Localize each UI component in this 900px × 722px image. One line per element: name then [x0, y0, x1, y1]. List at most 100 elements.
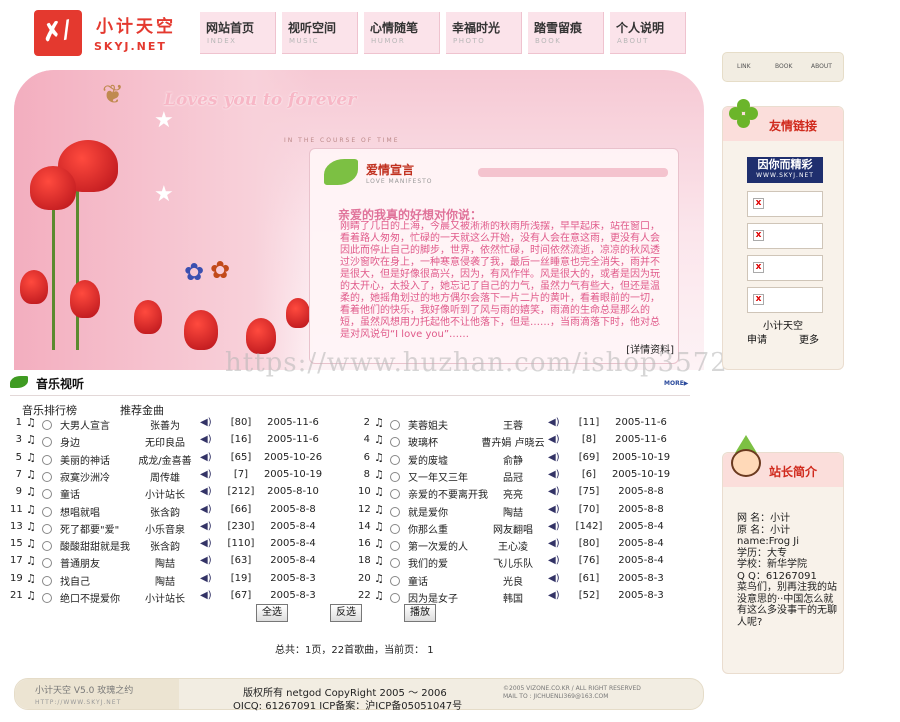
song-number: 3: [15, 434, 22, 446]
speaker-icon[interactable]: ◀): [200, 452, 212, 463]
nav-index[interactable]: 网站首页 INDEX: [200, 12, 276, 54]
song-select-radio[interactable]: [42, 593, 52, 603]
speaker-icon[interactable]: ◀): [200, 573, 212, 584]
song-select-radio[interactable]: [42, 437, 52, 448]
manifesto-text: 刚睛了几日的上海，今晨又被淅淅的秋雨所浅摆，早早起床，站在窗口，看着路人匆匆，忙…: [340, 221, 660, 340]
song-select-radio[interactable]: [42, 523, 52, 534]
song-select-radio[interactable]: [390, 506, 400, 517]
more-link[interactable]: MORE▶: [664, 380, 688, 387]
nav-humor[interactable]: 心情随笔 HUMOR: [364, 12, 440, 54]
speaker-icon[interactable]: ◀): [200, 555, 212, 566]
song-select-radio[interactable]: [42, 541, 52, 552]
nav-book[interactable]: 踏雪留痕 BOOK: [528, 12, 604, 54]
song-row: 5 ♫ 美丽的神话 成龙/金喜善 ◀) [65] 2005-10-26: [10, 451, 340, 469]
hero-banner: ★ ★ ❦ ✿ ✿ Loves you to forever IN THE CO…: [14, 70, 704, 370]
speaker-icon[interactable]: ◀): [200, 434, 212, 445]
speaker-icon[interactable]: ◀): [200, 469, 212, 480]
song-hits: [6]: [581, 468, 597, 480]
song-select-radio[interactable]: [390, 575, 400, 586]
nav-music[interactable]: 视听空间 MUSIC: [282, 12, 358, 54]
song-singer: 张含韵: [150, 507, 180, 519]
speaker-icon[interactable]: ◀): [200, 521, 212, 532]
speaker-icon[interactable]: ◀): [548, 469, 560, 480]
site-logo[interactable]: ✗/ 小计天空 SKYJ.NET: [34, 10, 188, 58]
flower-stem: [52, 210, 55, 350]
mini-nav-link[interactable]: LINK: [737, 63, 751, 70]
more-links-link[interactable]: 更多: [799, 331, 819, 346]
song-select-radio[interactable]: [390, 541, 400, 552]
song-select-radio[interactable]: [390, 420, 400, 430]
song-select-radio[interactable]: [42, 575, 52, 586]
speaker-icon[interactable]: ◀): [548, 555, 560, 566]
speaker-icon[interactable]: ◀): [200, 486, 212, 497]
speaker-icon[interactable]: ◀): [200, 504, 212, 515]
song-singer: 陶喆: [155, 576, 175, 588]
song-select-radio[interactable]: [390, 523, 400, 534]
speaker-icon[interactable]: ◀): [548, 573, 560, 584]
song-select-radio[interactable]: [42, 420, 52, 430]
nav-photo[interactable]: 幸福时光 PHOTO: [446, 12, 522, 54]
song-select-radio[interactable]: [42, 489, 52, 500]
nav-label: 踏雪留痕: [534, 21, 583, 35]
song-select-radio[interactable]: [42, 506, 52, 517]
song-select-radio[interactable]: [390, 454, 400, 465]
song-row: 14 ♫ 你那么重 网友翻唱 ◀) [142] 2005-8-4: [358, 520, 688, 538]
owner-avatar-icon: [729, 435, 763, 481]
footer-mail[interactable]: MAIL TO : JICHUENLI369@163.COM: [503, 693, 641, 701]
song-select-radio[interactable]: [390, 471, 400, 482]
nav-label: 幸福时光: [452, 21, 501, 35]
col-recommend-header: 推荐金曲: [120, 404, 164, 417]
mini-nav-about[interactable]: ABOUT: [811, 63, 832, 70]
owner-info-line: Q Q：61267091: [737, 570, 817, 582]
song-select-radio[interactable]: [390, 558, 400, 569]
broken-image-link[interactable]: x: [747, 255, 823, 281]
song-date: 2005-8-4: [270, 520, 316, 532]
song-singer: 张含韵: [150, 542, 180, 554]
speaker-icon[interactable]: ◀): [548, 538, 560, 549]
song-select-radio[interactable]: [42, 471, 52, 482]
speaker-icon[interactable]: ◀): [548, 434, 560, 445]
song-row: 21 ♫ 绝口不提爱你 小计站长 ◀) [67] 2005-8-3: [10, 589, 340, 607]
footer-rights: ©2005 VIZONE.CO.KR / ALL RIGHT RESERVED …: [503, 685, 641, 701]
apply-link[interactable]: 申请: [747, 331, 767, 346]
nav-about[interactable]: 个人说明 ABOUT: [610, 12, 686, 54]
speaker-icon[interactable]: ◀): [548, 590, 560, 601]
song-row: 4 ♫ 玻璃杯 曹卉娟 卢晓云 ◀) [8] 2005-11-6: [358, 433, 688, 451]
footer-url[interactable]: HTTP://WWW.SKYJ.NET: [35, 699, 121, 706]
broken-image-link[interactable]: x: [747, 191, 823, 217]
broken-image-link[interactable]: x: [747, 287, 823, 313]
song-date: 2005-10-26: [263, 451, 323, 463]
song-number: 5: [15, 451, 22, 463]
broken-image-link[interactable]: x: [747, 223, 823, 249]
song-select-radio[interactable]: [42, 558, 52, 569]
song-select-radio[interactable]: [390, 593, 400, 603]
song-date: 2005-11-6: [267, 434, 319, 446]
speaker-icon[interactable]: ◀): [200, 538, 212, 549]
speaker-icon[interactable]: ◀): [548, 452, 560, 463]
song-select-radio[interactable]: [390, 489, 400, 500]
song-singer: 小计站长: [145, 490, 185, 502]
song-select-radio[interactable]: [390, 437, 400, 448]
song-number: 11: [10, 503, 23, 515]
footer-brand-box: 小计天空 V5.0 玫瑰之约 HTTP://WWW.SKYJ.NET: [15, 679, 179, 709]
song-row: 6 ♫ 爱的废墟 俞静 ◀) [69] 2005-10-19: [358, 451, 688, 469]
speaker-icon[interactable]: ◀): [200, 417, 212, 428]
links-title: 友情链接: [769, 119, 818, 133]
play-button[interactable]: 播放: [404, 604, 436, 622]
song-hits: [110]: [227, 538, 255, 550]
speaker-icon[interactable]: ◀): [548, 504, 560, 515]
site-name-link[interactable]: 小计天空: [763, 317, 803, 332]
mini-nav-book[interactable]: BOOK: [775, 63, 792, 70]
speaker-icon[interactable]: ◀): [548, 417, 560, 428]
music-note-icon: ♫: [26, 416, 36, 429]
music-note-icon: ♫: [374, 537, 384, 551]
speaker-icon[interactable]: ◀): [548, 486, 560, 497]
select-all-button[interactable]: 全选: [256, 604, 288, 622]
song-select-radio[interactable]: [42, 454, 52, 465]
speaker-icon[interactable]: ◀): [200, 590, 212, 601]
invert-selection-button[interactable]: 反选: [330, 604, 362, 622]
song-number: 18: [358, 555, 371, 567]
speaker-icon[interactable]: ◀): [548, 521, 560, 532]
friend-banner[interactable]: 因你而精彩 WWW.SKYJ.NET: [747, 157, 823, 183]
song-row: 3 ♫ 身边 无印良品 ◀) [16] 2005-11-6: [10, 433, 340, 451]
